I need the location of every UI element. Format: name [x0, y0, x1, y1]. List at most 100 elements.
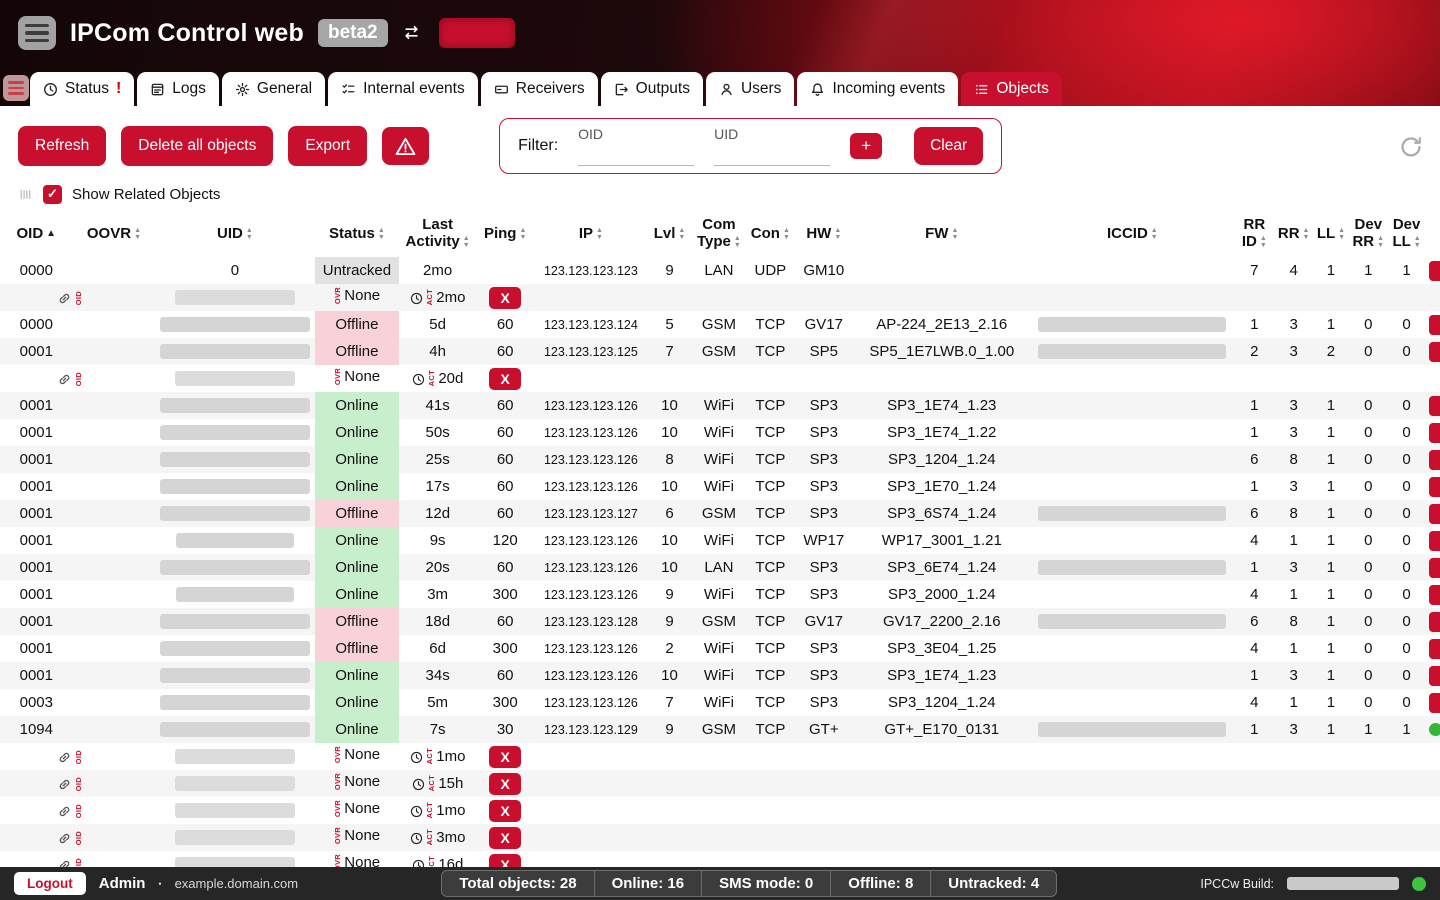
- cell-oovr: [73, 689, 156, 716]
- col-rr[interactable]: RR▲▼: [1275, 211, 1313, 257]
- tab-outputs[interactable]: Outputs: [601, 72, 703, 106]
- cell-con: TCP: [746, 527, 794, 554]
- swap-icon[interactable]: [402, 22, 421, 44]
- related-row[interactable]: OIDOVRNoneACT3moX: [0, 824, 1440, 851]
- related-row[interactable]: OIDOVRNoneACT20dX: [0, 365, 1440, 392]
- row-action-button[interactable]: [1429, 477, 1440, 497]
- export-button[interactable]: Export: [288, 126, 367, 166]
- col-rr_id[interactable]: RR ID▲▼: [1234, 211, 1274, 257]
- delete-related-button[interactable]: X: [489, 746, 520, 768]
- sync-icon[interactable]: [1398, 130, 1424, 161]
- refresh-button[interactable]: Refresh: [18, 126, 106, 166]
- col-oovr[interactable]: OOVR▲▼: [73, 211, 156, 257]
- table-row[interactable]: 0001Online50s60123.123.123.12610WiFiTCPS…: [0, 419, 1440, 446]
- table-row[interactable]: 0001Online41s60123.123.123.12610WiFiTCPS…: [0, 392, 1440, 419]
- col-ip[interactable]: IP▲▼: [534, 211, 647, 257]
- related-row[interactable]: OIDOVRNoneACT16dX: [0, 851, 1440, 867]
- col-dev_rr[interactable]: Dev RR▲▼: [1349, 211, 1387, 257]
- delete-related-button[interactable]: X: [489, 368, 520, 390]
- delete-related-button[interactable]: X: [489, 773, 520, 795]
- col-com[interactable]: Com Type▲▼: [692, 211, 746, 257]
- delete-related-button[interactable]: X: [489, 854, 520, 868]
- col-uid[interactable]: UID▲▼: [155, 211, 314, 257]
- show-related-checkbox[interactable]: ✓: [43, 185, 62, 204]
- col-oid[interactable]: OID▲: [0, 211, 73, 257]
- column-drag-icon[interactable]: [18, 186, 33, 203]
- table-row[interactable]: 0001Online17s60123.123.123.12610WiFiTCPS…: [0, 473, 1440, 500]
- cell-rr: 8: [1275, 446, 1313, 473]
- row-action-button[interactable]: [1429, 558, 1440, 578]
- tab-objects[interactable]: Objects: [961, 72, 1062, 106]
- col-ll[interactable]: LL▲▼: [1313, 211, 1349, 257]
- tab-internal-events[interactable]: Internal events: [328, 72, 478, 106]
- delete-related-button[interactable]: X: [489, 800, 520, 822]
- tab-logs[interactable]: Logs: [137, 72, 219, 106]
- filter-oid-input[interactable]: [578, 148, 694, 166]
- row-action-button[interactable]: [1429, 585, 1440, 605]
- row-action-button[interactable]: [1429, 531, 1440, 551]
- cell-last-activity: 7s: [399, 716, 476, 743]
- ovr-label: OVR: [334, 854, 342, 867]
- table-row[interactable]: 00000Untracked2mo123.123.123.1239LANUDPG…: [0, 257, 1440, 284]
- delete-related-button[interactable]: X: [489, 287, 520, 309]
- header-red-button[interactable]: [439, 18, 515, 48]
- col-fw[interactable]: FW▲▼: [853, 211, 1030, 257]
- table-row[interactable]: 0003Online5m300123.123.123.1267WiFiTCPSP…: [0, 689, 1440, 716]
- cell-iccid: [1031, 527, 1235, 554]
- col-ping[interactable]: Ping▲▼: [476, 211, 534, 257]
- table-row[interactable]: 0001Offline6d300123.123.123.1262WiFiTCPS…: [0, 635, 1440, 662]
- table-row[interactable]: 0001Online25s60123.123.123.1268WiFiTCPSP…: [0, 446, 1440, 473]
- warning-button[interactable]: [382, 127, 429, 165]
- tab-status[interactable]: Status!: [30, 72, 134, 106]
- add-filter-button[interactable]: +: [850, 133, 882, 159]
- row-action-button[interactable]: [1429, 261, 1440, 281]
- row-action-button[interactable]: [1429, 693, 1440, 713]
- related-row[interactable]: OIDOVRNoneACT15hX: [0, 770, 1440, 797]
- show-related-label: Show Related Objects: [72, 186, 220, 203]
- table-row[interactable]: 0001Online3m300123.123.123.1269WiFiTCPSP…: [0, 581, 1440, 608]
- delete-related-button[interactable]: X: [489, 827, 520, 849]
- row-action-button[interactable]: [1429, 504, 1440, 524]
- menu-button[interactable]: [18, 16, 56, 50]
- row-action-button[interactable]: [1429, 450, 1440, 470]
- act-value: 16d: [438, 856, 463, 867]
- col-iccid[interactable]: ICCID▲▼: [1031, 211, 1235, 257]
- tab-users[interactable]: Users: [706, 72, 794, 106]
- row-action-button[interactable]: [1429, 342, 1440, 362]
- col-con[interactable]: Con▲▼: [746, 211, 794, 257]
- row-action-button[interactable]: [1429, 396, 1440, 416]
- clear-filter-button[interactable]: Clear: [914, 127, 983, 165]
- table-row[interactable]: 0001Offline12d60123.123.123.1276GSMTCPSP…: [0, 500, 1440, 527]
- cell-rr: 8: [1275, 608, 1313, 635]
- row-action-button[interactable]: [1429, 612, 1440, 632]
- related-row[interactable]: OIDOVRNoneACT1moX: [0, 743, 1440, 770]
- row-action-button[interactable]: [1429, 666, 1440, 686]
- logout-button[interactable]: Logout: [14, 872, 86, 895]
- cell-con: TCP: [746, 392, 794, 419]
- related-row[interactable]: OIDOVRNoneACT2moX: [0, 284, 1440, 311]
- row-action-button[interactable]: [1429, 315, 1440, 335]
- table-row[interactable]: 0001Offline4h60123.123.123.1257GSMTCPSP5…: [0, 338, 1440, 365]
- row-action-button[interactable]: [1429, 639, 1440, 659]
- col-hw[interactable]: HW▲▼: [795, 211, 853, 257]
- col-last[interactable]: Last Activity▲▼: [399, 211, 476, 257]
- row-action-button[interactable]: [1429, 423, 1440, 443]
- table-row[interactable]: 0001Offline18d60123.123.123.1289GSMTCPGV…: [0, 608, 1440, 635]
- col-lvl[interactable]: Lvl▲▼: [647, 211, 691, 257]
- related-row[interactable]: OIDOVRNoneACT1moX: [0, 797, 1440, 824]
- col-status[interactable]: Status▲▼: [315, 211, 400, 257]
- build-status-indicator: [1412, 877, 1426, 891]
- filter-uid-input[interactable]: [714, 148, 830, 166]
- table-row[interactable]: 0001Online9s120123.123.123.12610WiFiTCPW…: [0, 527, 1440, 554]
- table-row[interactable]: 0001Online20s60123.123.123.12610LANTCPSP…: [0, 554, 1440, 581]
- delete-all-objects-button[interactable]: Delete all objects: [121, 126, 273, 166]
- tab-general[interactable]: General: [222, 72, 325, 106]
- table-row[interactable]: 1094Online7s30123.123.123.1299GSMTCPGT+G…: [0, 716, 1440, 743]
- tab-incoming-events[interactable]: Incoming events: [797, 72, 958, 106]
- table-row[interactable]: 0001Online34s60123.123.123.12610WiFiTCPS…: [0, 662, 1440, 689]
- cell-ping: 60: [476, 608, 534, 635]
- tab-receivers[interactable]: Receivers: [481, 72, 598, 106]
- cell-con: UDP: [746, 257, 794, 284]
- table-row[interactable]: 0000Offline5d60123.123.123.1245GSMTCPGV1…: [0, 311, 1440, 338]
- col-dev_ll[interactable]: Dev LL▲▼: [1387, 211, 1425, 257]
